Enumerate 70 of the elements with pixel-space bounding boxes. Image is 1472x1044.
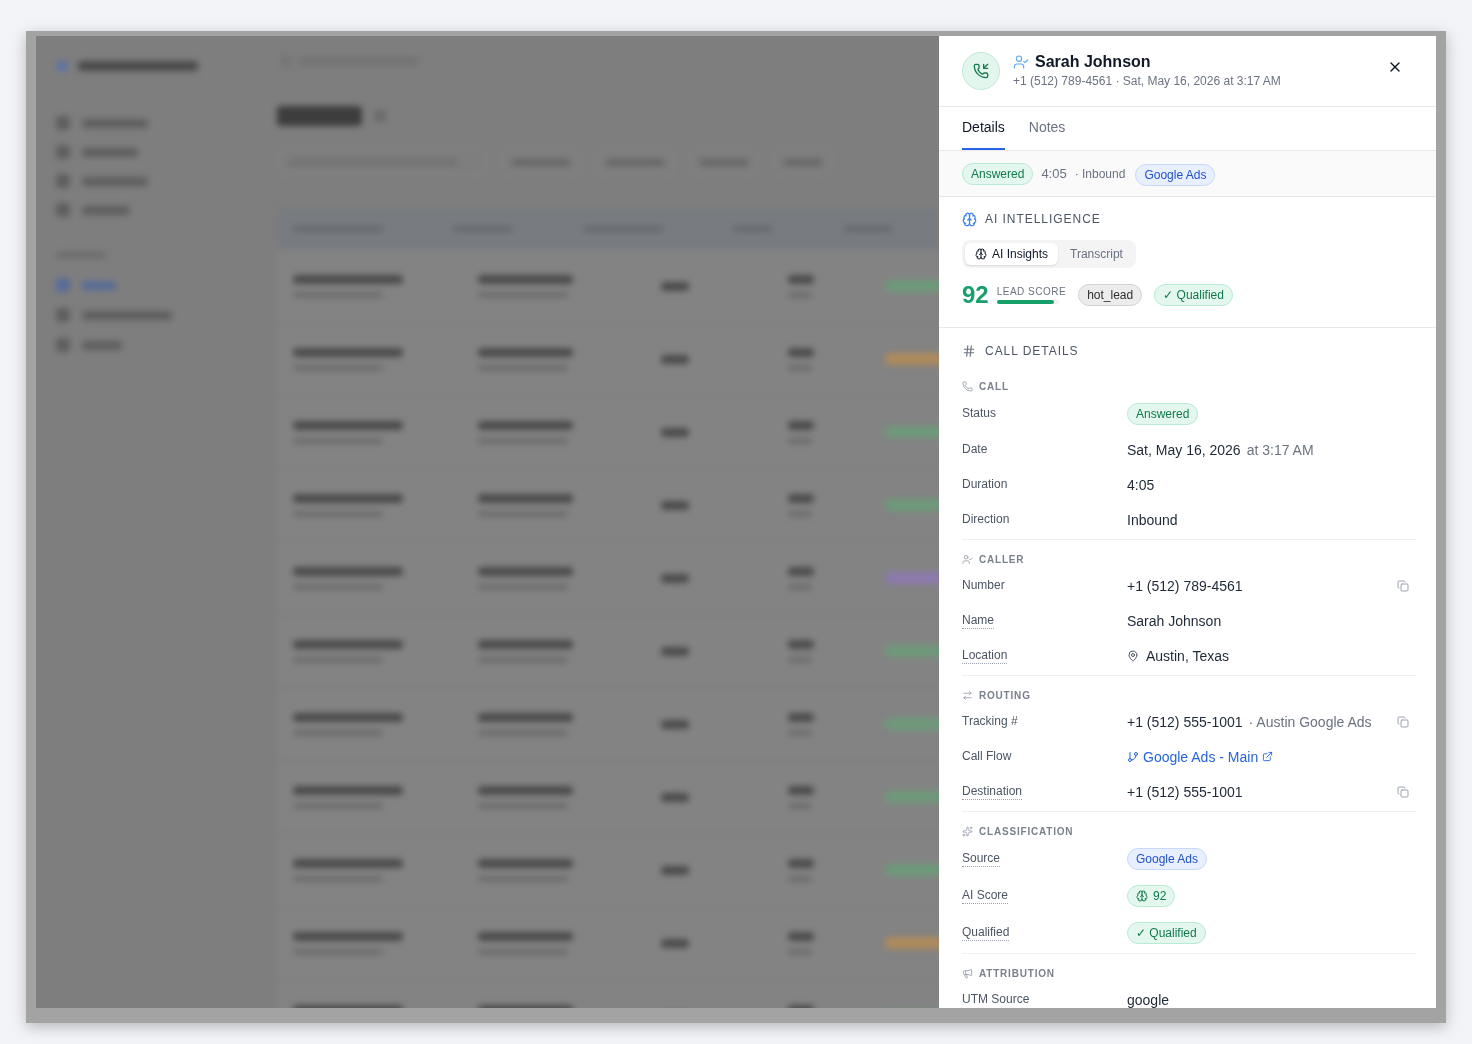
field-note: at 3:17 AM	[1246, 440, 1314, 459]
field-label: Call Flow	[962, 748, 1012, 765]
group-heading: ROUTING	[979, 688, 1031, 703]
field-label: AI Score	[962, 887, 1009, 904]
field-label: Date	[962, 441, 988, 458]
field-value: +1 (512) 789-4561	[1127, 576, 1243, 595]
score-value: 92	[1153, 889, 1167, 902]
copy-button[interactable]	[1397, 785, 1409, 798]
direction-text: · Inbound	[1074, 165, 1126, 183]
field-label: Status	[962, 405, 997, 422]
branch-icon	[1127, 750, 1139, 763]
field-value: 4:05	[1127, 475, 1155, 494]
status-badge: ✓ Qualified	[1127, 921, 1206, 944]
hash-icon	[962, 344, 976, 358]
phone-icon	[962, 380, 973, 392]
call-subtitle: +1 (512) 789-4561 · Sat, May 16, 2026 at 3:17 AM	[1013, 73, 1281, 89]
swap-arrows-icon	[962, 689, 973, 701]
copy-icon	[1397, 579, 1409, 592]
field-value: Sarah Johnson	[1127, 611, 1222, 630]
external-link-icon	[1262, 751, 1274, 762]
lead-score-label: LEAD SCORE	[996, 286, 1067, 298]
field-label: Tracking #	[962, 713, 1018, 730]
field-label: Direction	[962, 511, 1010, 528]
copy-button[interactable]	[1397, 579, 1409, 592]
incoming-call-avatar-icon	[962, 52, 1000, 90]
user-check-icon	[1013, 54, 1029, 70]
field-label: Number	[962, 577, 1005, 594]
group-heading: ATTRIBUTION	[979, 966, 1055, 981]
transcript-tab[interactable]: Transcript	[1060, 243, 1133, 265]
sparkles-icon	[962, 825, 973, 837]
status-badge: Answered	[962, 162, 1034, 185]
map-pin-icon	[1127, 649, 1139, 662]
field-value: Inbound	[1127, 510, 1178, 529]
brain-icon	[975, 248, 987, 260]
copy-icon	[1397, 785, 1409, 798]
panel-tab[interactable]: Notes	[1028, 107, 1066, 150]
field-label: Source	[962, 850, 1001, 867]
call-flow-link[interactable]: Google Ads - Main	[1127, 747, 1274, 766]
field-label: Location	[962, 647, 1008, 664]
field-label: UTM Source	[962, 991, 1030, 1008]
source-badge: Google Ads	[1135, 163, 1216, 186]
field-label: Duration	[962, 476, 1008, 493]
caller-name: Sarah Johnson	[1035, 52, 1151, 72]
duration-text: 4:05	[1041, 164, 1067, 183]
location-value: Austin, Texas	[1146, 646, 1229, 665]
field-value: +1 (512) 555-1001	[1127, 782, 1243, 801]
group-heading: CLASSIFICATION	[979, 824, 1074, 839]
source-badge: Google Ads	[1127, 847, 1208, 870]
field-label: Qualified	[962, 924, 1010, 941]
brain-icon	[1136, 889, 1148, 902]
section-heading: CALL DETAILS	[985, 343, 1079, 360]
field-label: Destination	[962, 783, 1023, 800]
ai-insights-tab[interactable]: AI Insights	[965, 243, 1059, 265]
field-value: +1 (512) 555-1001	[1127, 712, 1243, 731]
group-heading: CALLER	[979, 552, 1025, 567]
group-heading: CALL	[979, 379, 1009, 394]
lead-score-value: 92	[962, 283, 989, 307]
qualified-badge: ✓ Qualified	[1154, 284, 1233, 306]
copy-icon	[1397, 715, 1409, 728]
section-heading: AI INTELLIGENCE	[985, 211, 1101, 228]
field-value: google	[1127, 990, 1170, 1008]
brain-icon	[962, 211, 977, 227]
field-label: Name	[962, 612, 994, 629]
tag-badge: hot_lead	[1078, 284, 1143, 306]
user-check-icon	[962, 553, 973, 565]
status-badge: Answered	[1127, 402, 1199, 425]
field-note: · Austin Google Ads	[1248, 712, 1372, 731]
field-value: Sat, May 16, 2026	[1127, 440, 1241, 459]
megaphone-icon	[962, 967, 973, 979]
copy-button[interactable]	[1397, 715, 1409, 728]
